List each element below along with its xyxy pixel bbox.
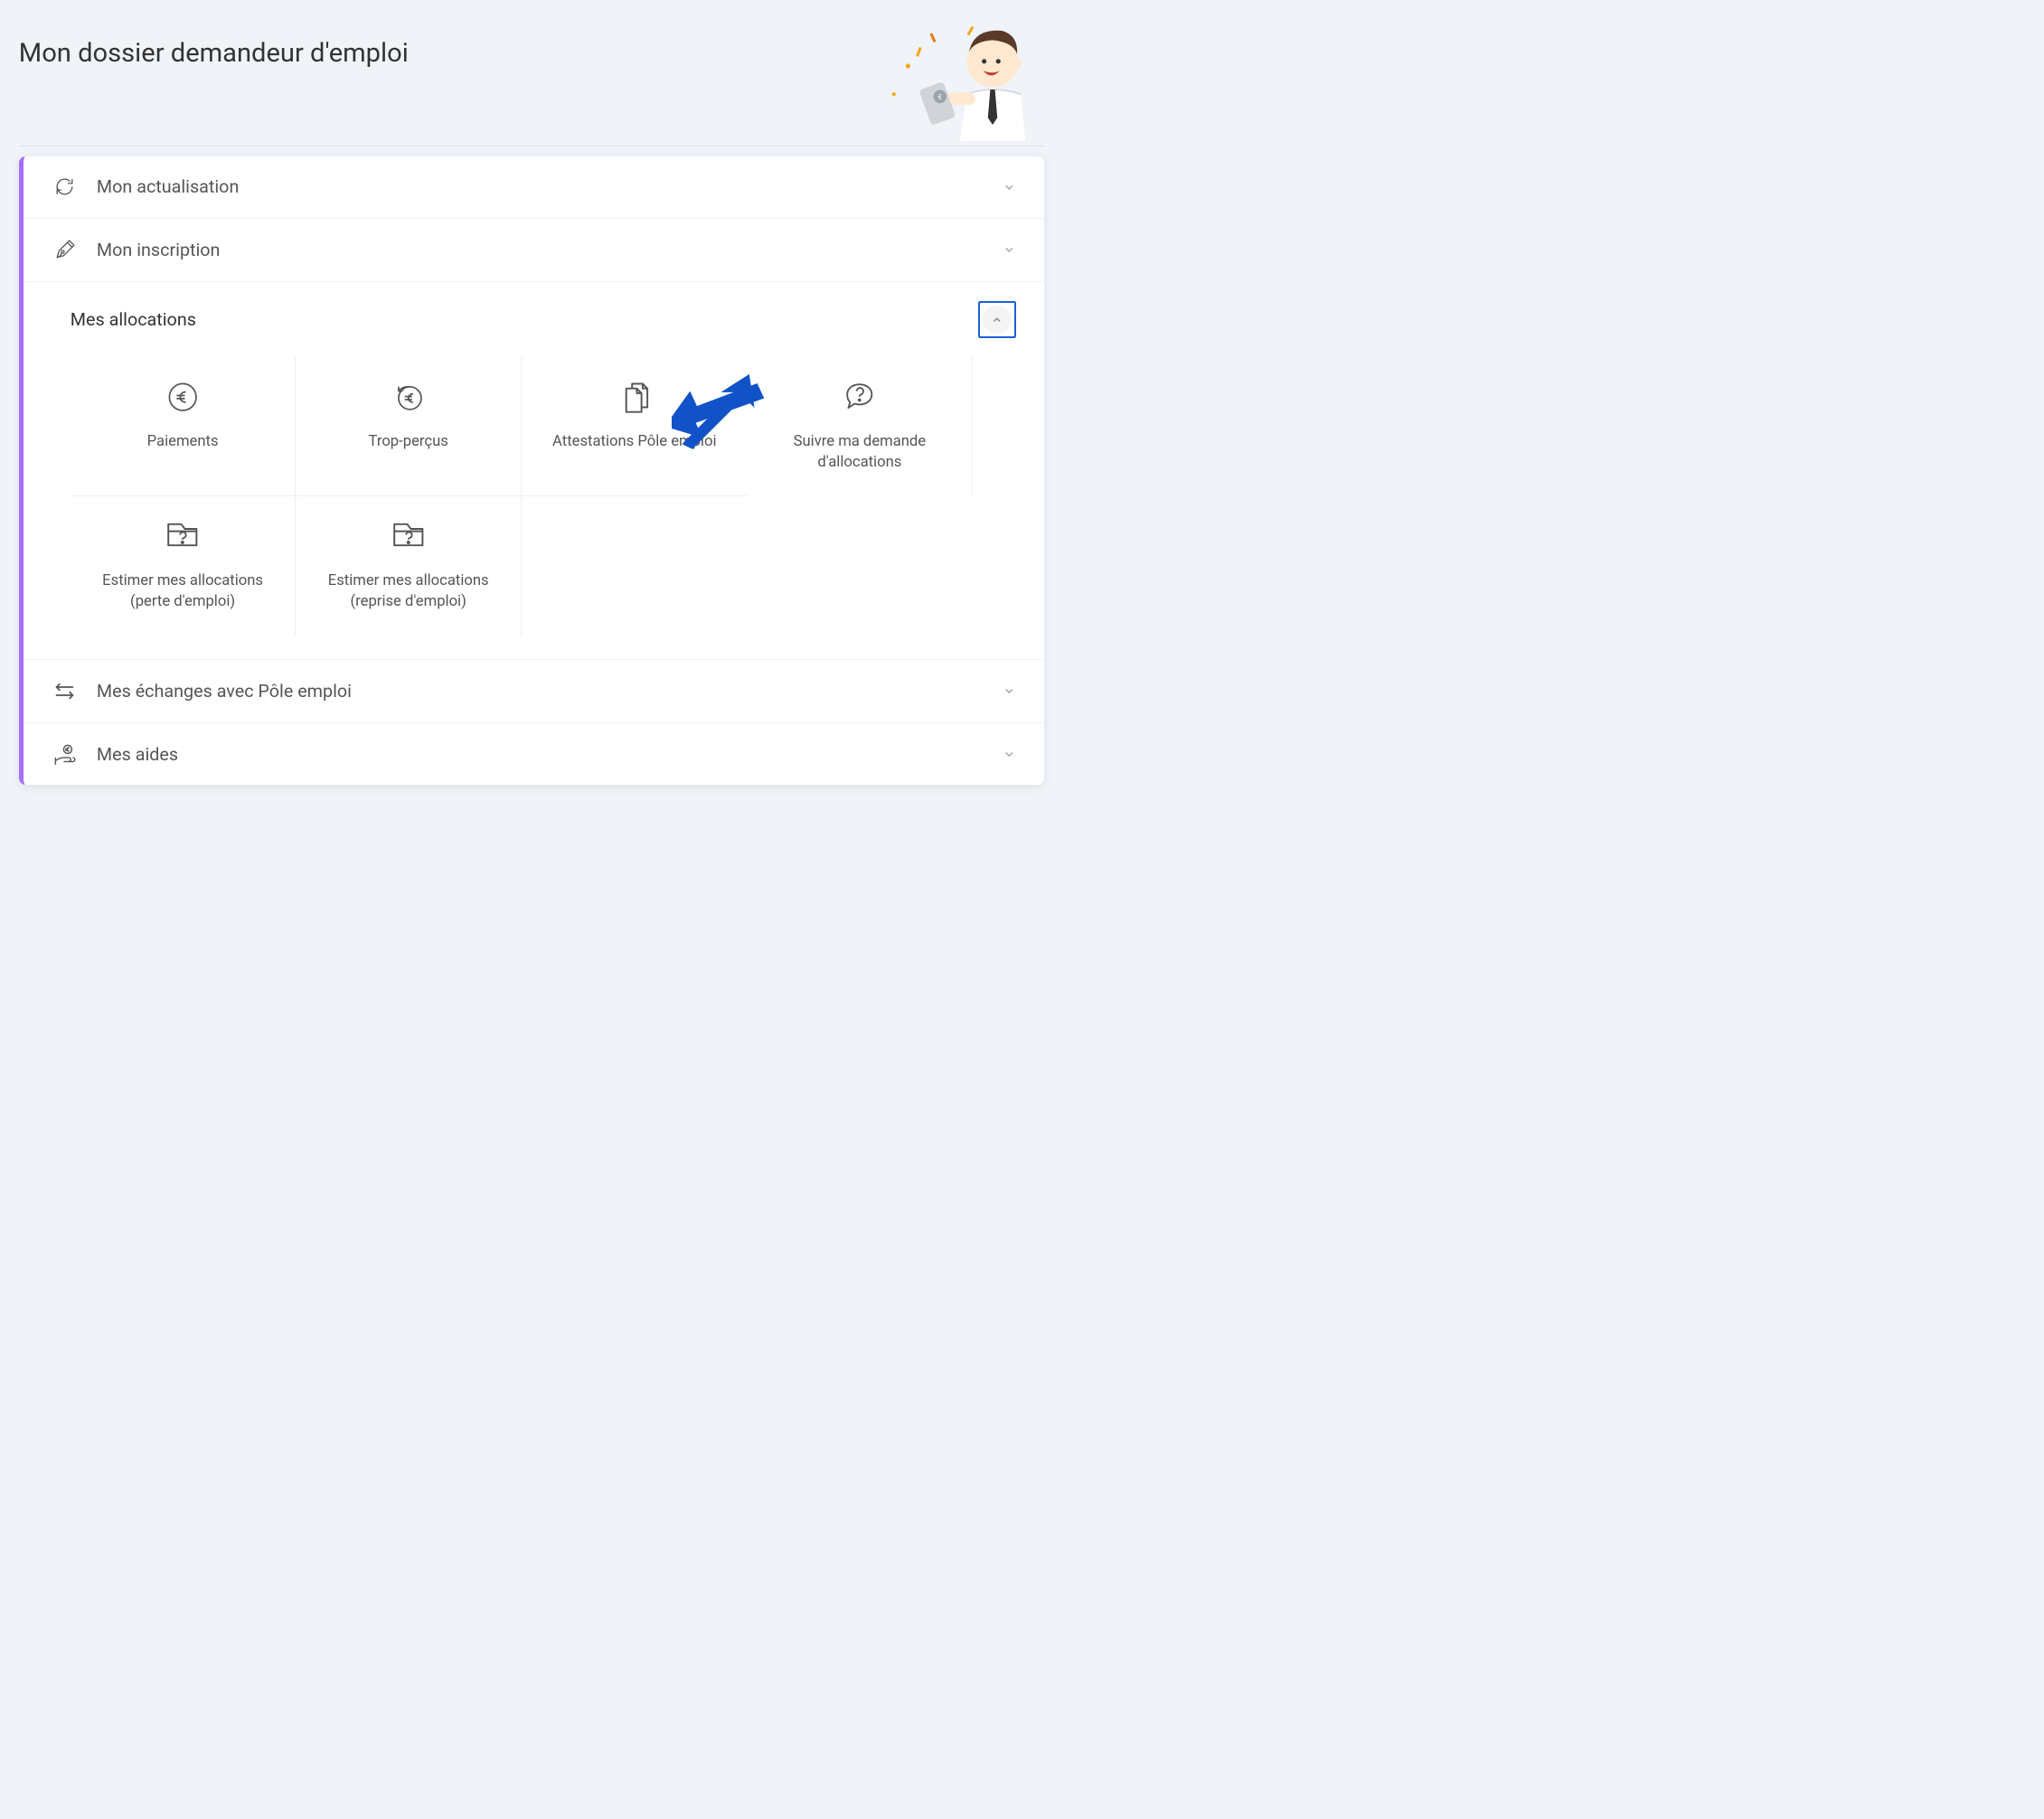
section-echanges[interactable]: Mes échanges avec Pôle emploi: [24, 660, 1044, 723]
pen-icon: [52, 237, 78, 263]
tile-label: Estimer mes allocations (reprise d'emplo…: [310, 571, 506, 612]
documents-icon: [613, 376, 655, 419]
section-label: Mes aides: [97, 744, 1003, 765]
allocations-tiles: Paiements Trop-perçus: [71, 357, 973, 636]
folder-question-icon: [162, 515, 204, 558]
tile-suivre-demande[interactable]: Suivre ma demande d'allocations: [748, 357, 974, 496]
chevron-up-icon: [991, 314, 1003, 326]
svg-text:€: €: [937, 93, 942, 102]
section-allocations: Mes allocations: [24, 282, 1044, 660]
exchange-icon: [52, 678, 78, 704]
section-inscription[interactable]: Mon inscription: [24, 219, 1044, 282]
collapse-button[interactable]: [978, 301, 1016, 339]
tile-estimer-perte[interactable]: Estimer mes allocations (perte d'emploi): [71, 496, 297, 636]
empty-tile: [748, 496, 974, 636]
chevron-down-icon: [1003, 243, 1016, 257]
section-label: Mes échanges avec Pôle emploi: [97, 681, 1003, 702]
tile-label: Trop-perçus: [369, 432, 448, 452]
refresh-icon: [52, 174, 78, 200]
speech-question-icon: [838, 376, 881, 419]
section-label: Mon inscription: [97, 240, 1003, 260]
page-title: Mon dossier demandeur d'emploi: [19, 19, 409, 69]
mascot-illustration: €: [875, 19, 1044, 141]
empty-tile: [522, 496, 748, 636]
tile-paiements[interactable]: Paiements: [71, 357, 297, 496]
tile-label: Suivre ma demande d'allocations: [761, 432, 957, 473]
tile-label: Estimer mes allocations (perte d'emploi): [84, 571, 280, 612]
section-label: Mon actualisation: [97, 176, 1003, 197]
chevron-down-icon: [1003, 684, 1016, 698]
chevron-down-icon: [1003, 748, 1016, 761]
page-header: Mon dossier demandeur d'emploi: [19, 19, 1044, 146]
tile-trop-percus[interactable]: Trop-perçus: [296, 357, 522, 496]
tile-label: Paiements: [147, 432, 219, 452]
section-aides[interactable]: Mes aides: [24, 723, 1044, 786]
folder-question-icon: [387, 515, 429, 558]
refund-icon: [387, 376, 429, 419]
section-actualisation[interactable]: Mon actualisation: [24, 156, 1044, 220]
tile-estimer-reprise[interactable]: Estimer mes allocations (reprise d'emplo…: [296, 496, 522, 636]
pointer-arrow-annotation: [672, 372, 775, 455]
euro-circle-icon: [162, 376, 204, 419]
hand-coin-icon: [52, 741, 78, 768]
chevron-down-icon: [1003, 181, 1016, 194]
section-title: Mes allocations: [71, 309, 196, 330]
dossier-card: Mon actualisation Mon inscription Mes al…: [19, 156, 1044, 786]
